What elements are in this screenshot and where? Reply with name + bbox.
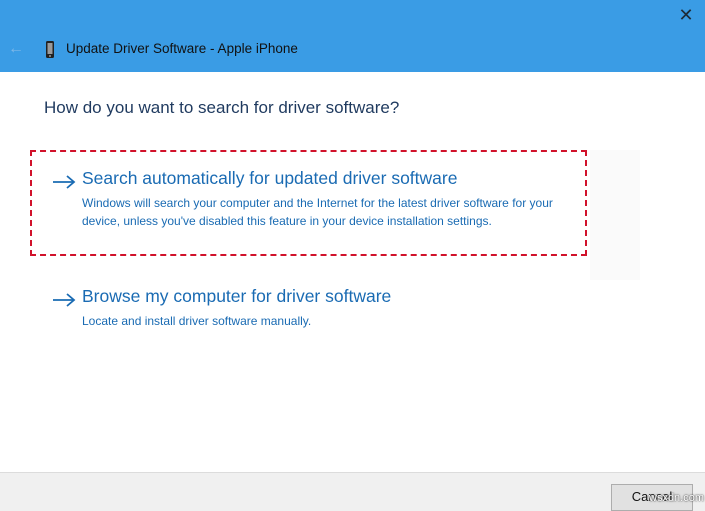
dialog-footer <box>0 472 705 511</box>
back-button[interactable]: ← <box>8 40 24 58</box>
close-button[interactable]: ✕ <box>673 4 699 26</box>
right-arrow-icon <box>53 293 76 307</box>
window-title: Update Driver Software - Apple iPhone <box>66 41 298 56</box>
update-driver-dialog: ✕ ← Update Driver Software - Apple iPhon… <box>0 0 705 511</box>
close-icon: ✕ <box>678 5 694 25</box>
page-heading: How do you want to search for driver sof… <box>44 98 400 117</box>
right-arrow-icon <box>53 175 76 189</box>
watermark: wsxdn.com <box>649 492 705 504</box>
back-arrow-icon: ← <box>8 40 24 57</box>
browse-computer-option[interactable]: Browse my computer for driver software L… <box>36 278 584 330</box>
phone-icon <box>46 41 54 58</box>
option-hover-background <box>590 150 640 280</box>
option-title: Search automatically for updated driver … <box>82 168 458 188</box>
option-title: Browse my computer for driver software <box>82 286 392 306</box>
search-automatically-option[interactable]: Search automatically for updated driver … <box>36 160 584 255</box>
title-bar: ✕ ← Update Driver Software - Apple iPhon… <box>0 0 705 72</box>
option-description: Windows will search your computer and th… <box>82 196 553 228</box>
option-description: Locate and install driver software manua… <box>82 314 312 328</box>
